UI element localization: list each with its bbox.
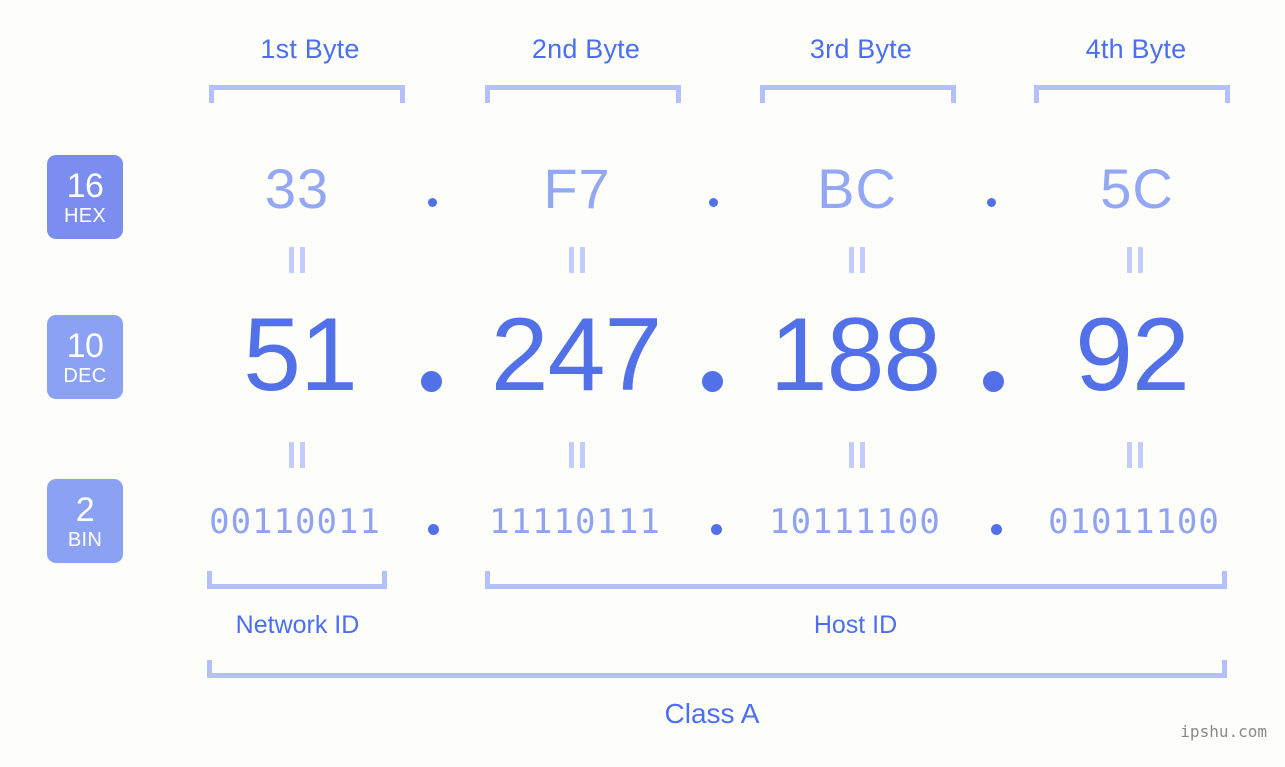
equals-mark-dec-bin-2	[569, 442, 585, 468]
radix-badge-dec-number: 10	[66, 326, 104, 365]
hex-separator-dot-1	[428, 198, 437, 207]
byte-header-2: 2nd Byte	[531, 34, 641, 64]
bin-byte-2: 11110111	[489, 502, 661, 542]
bin-separator-dot-2	[711, 524, 722, 535]
radix-badge-bin: 2 BIN	[47, 479, 123, 563]
radix-badge-bin-abbr: BIN	[67, 528, 103, 551]
site-watermark: ipshu.com	[1180, 722, 1267, 741]
hex-byte-3: BC	[817, 157, 897, 220]
radix-badge-dec-abbr: DEC	[63, 364, 107, 387]
radix-badge-hex-number: 16	[66, 166, 104, 205]
byte-bracket-3	[760, 85, 956, 103]
equals-mark-hex-dec-4	[1127, 247, 1143, 273]
equals-mark-hex-dec-1	[289, 247, 305, 273]
byte-bracket-1	[209, 85, 405, 103]
radix-badge-hex-abbr: HEX	[63, 204, 107, 227]
dec-separator-dot-2	[702, 371, 723, 392]
class-bracket	[207, 660, 1227, 678]
bin-separator-dot-1	[428, 524, 439, 535]
byte-bracket-2	[485, 85, 681, 103]
dec-separator-dot-1	[421, 371, 442, 392]
class-label: Class A	[664, 698, 760, 729]
equals-mark-dec-bin-4	[1127, 442, 1143, 468]
byte-header-3: 3rd Byte	[809, 34, 913, 64]
byte-bracket-4	[1034, 85, 1230, 103]
ip-address-diagram: 1st Byte 2nd Byte 3rd Byte 4th Byte 16 H…	[0, 0, 1285, 767]
hex-separator-dot-3	[987, 198, 996, 207]
dec-byte-1: 51	[243, 297, 358, 413]
equals-mark-dec-bin-3	[849, 442, 865, 468]
network-id-label: Network ID	[235, 611, 360, 639]
host-id-label: Host ID	[813, 611, 898, 639]
dec-separator-dot-3	[983, 371, 1004, 392]
hex-byte-2: F7	[543, 157, 611, 220]
radix-badge-bin-number: 2	[75, 490, 95, 529]
bin-byte-3: 10111100	[769, 502, 941, 542]
equals-mark-hex-dec-2	[569, 247, 585, 273]
byte-header-1: 1st Byte	[260, 34, 360, 64]
equals-mark-dec-bin-1	[289, 442, 305, 468]
equals-mark-hex-dec-3	[849, 247, 865, 273]
hex-byte-1: 33	[264, 157, 330, 220]
network-id-bracket	[207, 571, 387, 589]
dec-byte-4: 92	[1075, 297, 1190, 413]
bin-byte-4: 01011100	[1048, 502, 1220, 542]
hex-byte-4: 5C	[1100, 157, 1174, 220]
dec-byte-2: 247	[490, 297, 663, 413]
host-id-bracket	[485, 571, 1227, 589]
byte-header-4: 4th Byte	[1085, 34, 1187, 64]
dec-byte-3: 188	[769, 297, 942, 413]
radix-badge-dec: 10 DEC	[47, 315, 123, 399]
hex-separator-dot-2	[709, 198, 718, 207]
bin-byte-1: 00110011	[209, 502, 381, 542]
radix-badge-hex: 16 HEX	[47, 155, 123, 239]
bin-separator-dot-3	[991, 524, 1002, 535]
